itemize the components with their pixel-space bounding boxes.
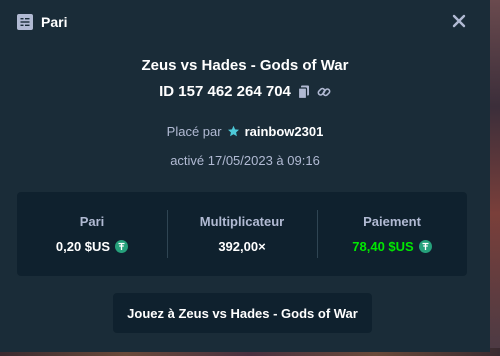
bet-id: ID 157 462 264 704: [159, 83, 291, 100]
tether-icon: [418, 240, 432, 253]
close-icon: [452, 14, 466, 28]
stat-payout: Paiement 78,40 $US: [317, 192, 467, 276]
share-link-button[interactable]: [317, 84, 331, 100]
placed-by-row: Placé par rainbow2301: [0, 124, 490, 139]
vip-star-icon: [227, 125, 239, 137]
copy-button[interactable]: [297, 84, 311, 100]
username-link[interactable]: rainbow2301: [245, 124, 324, 139]
bet-stats-card: Pari 0,20 $US Multiplicateur 392,00× Pai…: [17, 192, 467, 276]
stat-multiplier-label: Multiplicateur: [199, 214, 285, 229]
bet-modal: Pari Zeus vs Hades - Gods of War ID 157 …: [0, 0, 490, 352]
stat-multiplier: Multiplicateur 392,00×: [167, 192, 317, 276]
stat-multiplier-value: 392,00×: [218, 239, 266, 254]
close-button[interactable]: [452, 14, 466, 28]
stat-bet-label: Pari: [79, 214, 105, 229]
stat-bet: Pari 0,20 $US: [17, 192, 167, 276]
background-strip: [490, 0, 500, 356]
stat-payout-value: 78,40 $US: [352, 239, 414, 254]
stat-payout-label: Paiement: [363, 214, 421, 229]
modal-header: Pari: [17, 12, 67, 32]
game-title: Zeus vs Hades - Gods of War: [141, 57, 349, 74]
bet-date: activé 17/05/2023 à 09:16: [170, 153, 320, 168]
modal-title: Pari: [41, 14, 68, 30]
tether-icon: [115, 240, 129, 253]
stat-bet-value-row: 0,20 $US: [55, 239, 129, 254]
link-icon: [317, 87, 331, 96]
stat-payout-value-row: 78,40 $US: [352, 239, 432, 254]
bet-slip-icon: [17, 14, 33, 30]
stat-bet-value: 0,20 $US: [55, 239, 111, 254]
bet-id-row: ID 157 462 264 704: [0, 83, 490, 100]
copy-icon: [297, 85, 309, 99]
play-game-button[interactable]: Jouez à Zeus vs Hades - Gods of War: [113, 293, 372, 333]
placed-by-label: Placé par: [166, 124, 222, 139]
